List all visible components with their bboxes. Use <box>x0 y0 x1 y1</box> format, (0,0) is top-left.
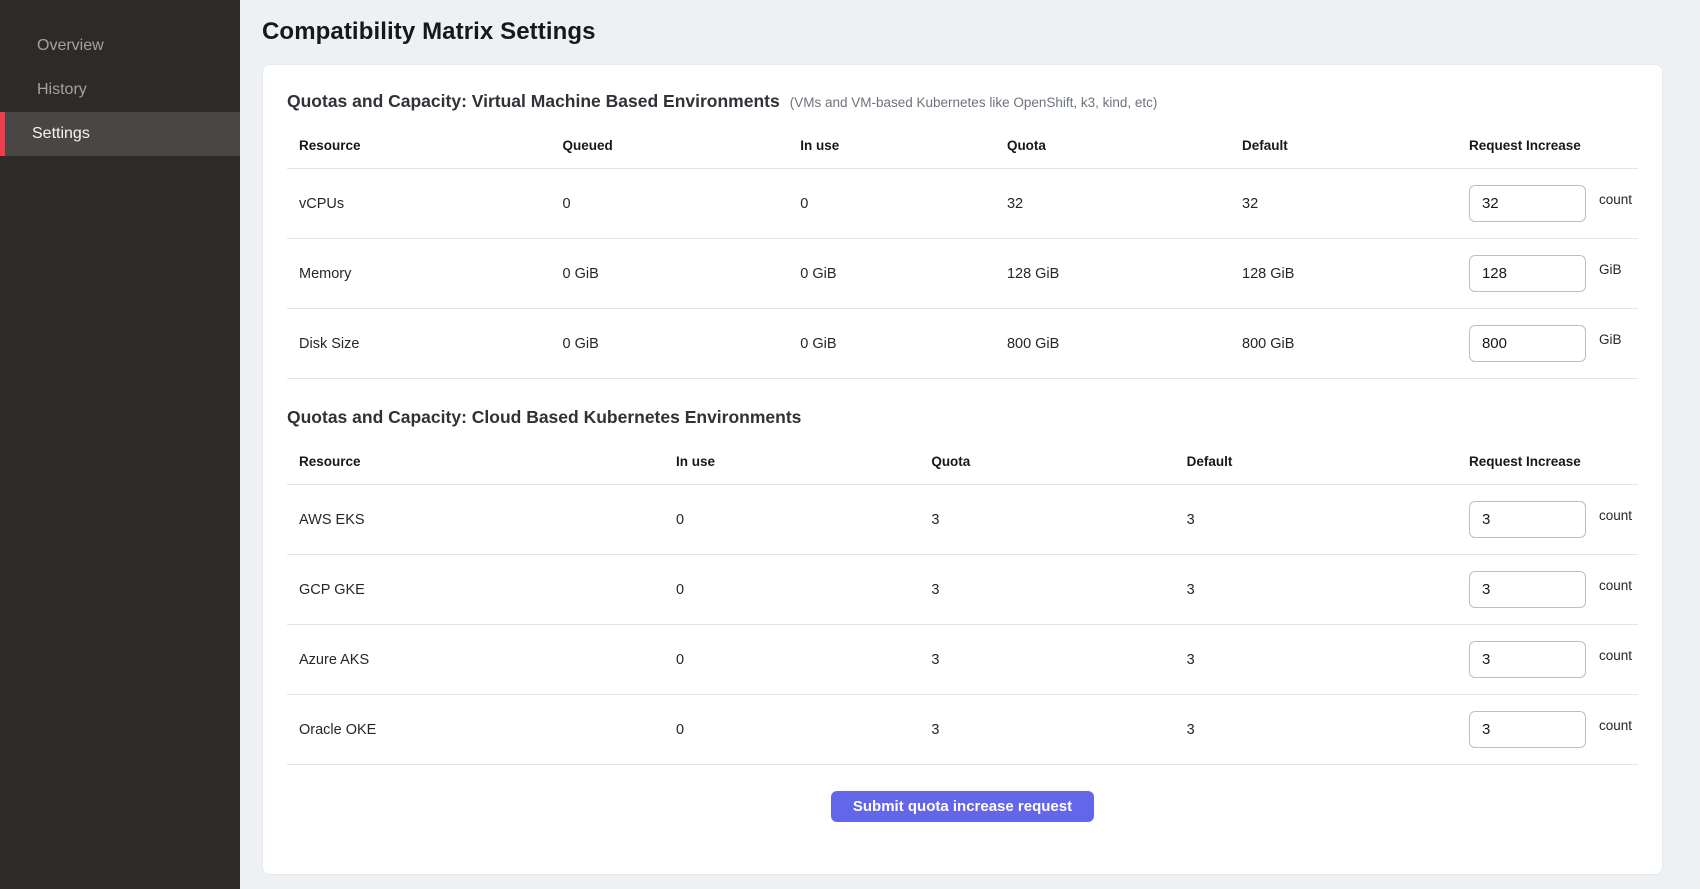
submit-quota-increase-button[interactable]: Submit quota increase request <box>831 791 1094 822</box>
column-header-quota: Quota <box>999 118 1234 169</box>
value-cell: 0 GiB <box>554 239 792 309</box>
request-increase-input-oracle-oke[interactable] <box>1469 711 1586 748</box>
submit-row: Submit quota increase request <box>287 791 1638 822</box>
vm-quota-table: ResourceQueuedIn useQuotaDefaultRequest … <box>287 118 1638 379</box>
request-increase-cell: GiB <box>1461 239 1638 309</box>
value-cell: 3 <box>1179 695 1461 765</box>
value-cell: 0 <box>554 169 792 239</box>
resource-cell: Disk Size <box>287 309 554 379</box>
value-cell: 0 <box>668 695 923 765</box>
value-cell: 128 GiB <box>1234 239 1461 309</box>
request-increase-input-aws-eks[interactable] <box>1469 501 1586 538</box>
value-cell: 0 <box>792 169 999 239</box>
request-increase-cell: count <box>1461 485 1638 555</box>
column-header-resource: Resource <box>287 434 668 485</box>
value-cell: 800 GiB <box>999 309 1234 379</box>
column-header-in-use: In use <box>668 434 923 485</box>
column-header-in-use: In use <box>792 118 999 169</box>
resource-cell: AWS EKS <box>287 485 668 555</box>
value-cell: 0 <box>668 555 923 625</box>
vm-quotas-subheading: (VMs and VM-based Kubernetes like OpenSh… <box>790 95 1158 110</box>
table-row: Disk Size0 GiB0 GiB800 GiB800 GiBGiB <box>287 309 1638 379</box>
table-row: GCP GKE033count <box>287 555 1638 625</box>
column-header-default: Default <box>1234 118 1461 169</box>
unit-label: count <box>1599 192 1632 207</box>
value-cell: 32 <box>999 169 1234 239</box>
table-row: AWS EKS033count <box>287 485 1638 555</box>
value-cell: 0 <box>668 485 923 555</box>
request-increase-input-memory[interactable] <box>1469 255 1586 292</box>
value-cell: 3 <box>923 695 1178 765</box>
unit-label: count <box>1599 578 1632 593</box>
request-increase-cell: count <box>1461 625 1638 695</box>
sidebar-item-settings[interactable]: Settings <box>0 112 240 156</box>
unit-label: count <box>1599 648 1632 663</box>
column-header-request-increase: Request Increase <box>1461 118 1638 169</box>
resource-cell: Memory <box>287 239 554 309</box>
vm-quotas-heading: Quotas and Capacity: Virtual Machine Bas… <box>287 91 780 112</box>
value-cell: 3 <box>1179 625 1461 695</box>
unit-label: count <box>1599 718 1632 733</box>
value-cell: 3 <box>1179 555 1461 625</box>
value-cell: 0 <box>668 625 923 695</box>
request-increase-input-gcp-gke[interactable] <box>1469 571 1586 608</box>
resource-cell: Azure AKS <box>287 625 668 695</box>
resource-cell: Oracle OKE <box>287 695 668 765</box>
value-cell: 0 GiB <box>554 309 792 379</box>
page-title: Compatibility Matrix Settings <box>262 18 1663 46</box>
settings-card: Quotas and Capacity: Virtual Machine Bas… <box>262 64 1663 875</box>
request-increase-input-disk-size[interactable] <box>1469 325 1586 362</box>
table-row: vCPUs003232count <box>287 169 1638 239</box>
value-cell: 32 <box>1234 169 1461 239</box>
table-row: Memory0 GiB0 GiB128 GiB128 GiBGiB <box>287 239 1638 309</box>
request-increase-cell: count <box>1461 695 1638 765</box>
column-header-request-increase: Request Increase <box>1461 434 1638 485</box>
sidebar: OverviewHistorySettings <box>0 0 240 889</box>
table-row: Azure AKS033count <box>287 625 1638 695</box>
vm-quotas-section: Quotas and Capacity: Virtual Machine Bas… <box>287 91 1638 379</box>
request-increase-input-vcpus[interactable] <box>1469 185 1586 222</box>
unit-label: count <box>1599 508 1632 523</box>
table-header-row: ResourceIn useQuotaDefaultRequest Increa… <box>287 434 1638 485</box>
table-row: Oracle OKE033count <box>287 695 1638 765</box>
value-cell: 3 <box>923 625 1178 695</box>
value-cell: 128 GiB <box>999 239 1234 309</box>
sidebar-nav: OverviewHistorySettings <box>0 24 240 156</box>
column-header-resource: Resource <box>287 118 554 169</box>
column-header-quota: Quota <box>923 434 1178 485</box>
cloud-k8s-quota-table: ResourceIn useQuotaDefaultRequest Increa… <box>287 434 1638 765</box>
value-cell: 0 GiB <box>792 309 999 379</box>
column-header-default: Default <box>1179 434 1461 485</box>
resource-cell: GCP GKE <box>287 555 668 625</box>
main-content: Compatibility Matrix Settings Quotas and… <box>240 0 1700 889</box>
unit-label: GiB <box>1599 262 1622 277</box>
cloud-k8s-quotas-heading: Quotas and Capacity: Cloud Based Kuberne… <box>287 407 801 428</box>
request-increase-cell: GiB <box>1461 309 1638 379</box>
table-header-row: ResourceQueuedIn useQuotaDefaultRequest … <box>287 118 1638 169</box>
value-cell: 0 GiB <box>792 239 999 309</box>
column-header-queued: Queued <box>554 118 792 169</box>
resource-cell: vCPUs <box>287 169 554 239</box>
request-increase-cell: count <box>1461 555 1638 625</box>
unit-label: GiB <box>1599 332 1622 347</box>
value-cell: 3 <box>1179 485 1461 555</box>
request-increase-input-azure-aks[interactable] <box>1469 641 1586 678</box>
value-cell: 800 GiB <box>1234 309 1461 379</box>
sidebar-item-overview[interactable]: Overview <box>0 24 240 68</box>
cloud-k8s-quotas-section: Quotas and Capacity: Cloud Based Kuberne… <box>287 407 1638 765</box>
sidebar-item-history[interactable]: History <box>0 68 240 112</box>
value-cell: 3 <box>923 555 1178 625</box>
value-cell: 3 <box>923 485 1178 555</box>
request-increase-cell: count <box>1461 169 1638 239</box>
